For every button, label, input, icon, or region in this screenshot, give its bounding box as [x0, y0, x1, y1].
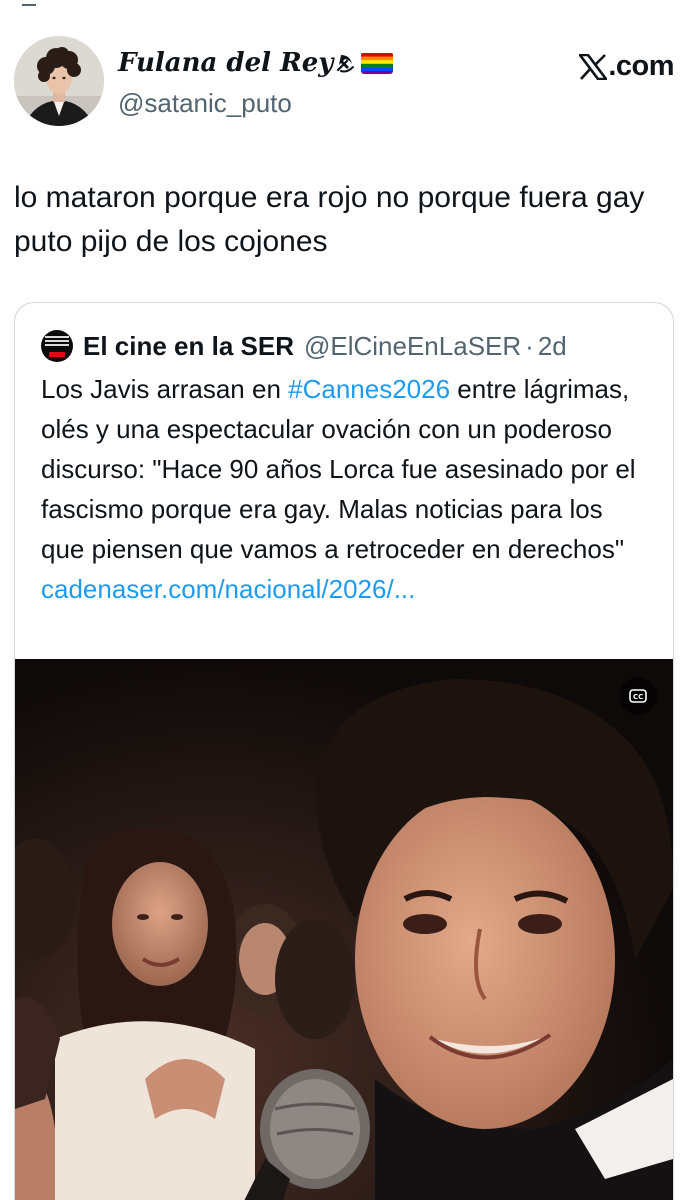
separator-dot: ·	[525, 330, 534, 361]
article-link[interactable]: cadenaser.com/nacional/2026/...	[41, 574, 415, 604]
closed-captions-icon[interactable]: CC	[619, 677, 657, 715]
hashtag-link[interactable]: #Cannes2026	[288, 374, 450, 404]
chevron-down-icon	[22, 0, 36, 6]
x-com-brand: .com	[579, 50, 674, 83]
tweet-screenshot: Fulana del Rey @satanic_puto .com lo mat…	[0, 0, 687, 1200]
author-display-name[interactable]: Fulana del Rey	[118, 48, 394, 78]
profile-photo-avatar	[14, 36, 104, 126]
tweet-header: Fulana del Rey @satanic_puto .com	[14, 36, 674, 128]
cropped-top-toolbar	[22, 0, 382, 6]
video-media[interactable]: CC	[15, 659, 673, 1200]
video-still-image	[15, 659, 673, 1200]
rainbow-flag-icon	[361, 52, 394, 74]
quoted-tweet-text: Los Javis arrasan en #Cannes2026 entre l…	[41, 369, 653, 609]
quoted-tweet-time[interactable]: 2d	[538, 331, 567, 362]
quoted-text-part-1: Los Javis arrasan en	[41, 374, 289, 404]
quoted-tweet-card[interactable]: El cine en la SER @ElCineEnLaSER · 2d Lo…	[14, 302, 674, 1200]
svg-text:CC: CC	[633, 693, 643, 701]
hammer-and-sickle-icon	[335, 51, 357, 75]
x-com-label: .com	[608, 50, 674, 82]
quoted-tweet-header: El cine en la SER @ElCineEnLaSER · 2d	[41, 329, 567, 363]
avatar[interactable]	[14, 36, 104, 126]
x-logo-icon	[579, 53, 608, 80]
author-name-text: Fulana del Rey	[118, 48, 334, 78]
quoted-author-name[interactable]: El cine en la SER	[83, 331, 294, 362]
tweet-text: lo mataron porque era rojo no porque fue…	[14, 181, 645, 258]
quoted-author-handle[interactable]: @ElCineEnLaSER	[304, 331, 521, 362]
author-handle[interactable]: @satanic_puto	[118, 88, 292, 119]
el-cine-en-la-ser-avatar[interactable]	[41, 330, 73, 362]
